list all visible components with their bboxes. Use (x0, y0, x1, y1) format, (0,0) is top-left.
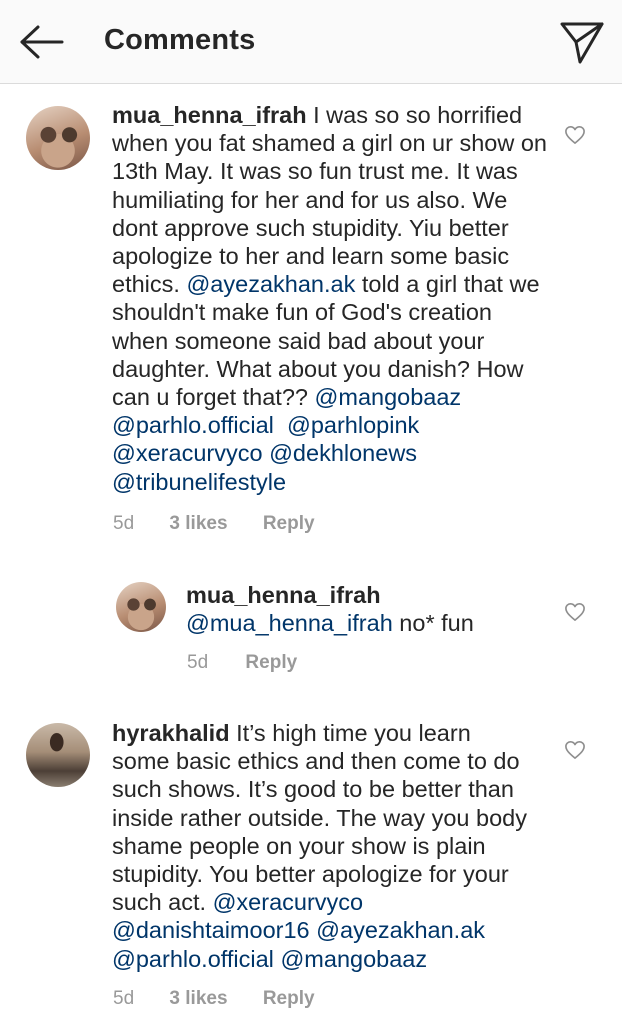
avatar[interactable] (116, 582, 166, 632)
comment-meta: 5d 3 likes Reply (113, 988, 315, 1010)
mention-link[interactable]: @parhlo.official (112, 412, 274, 438)
comments-header: Comments (0, 0, 622, 84)
comment-time: 5d (113, 988, 135, 1009)
mention-link[interactable]: @mangobaaz (315, 384, 462, 410)
comment-username[interactable]: hyrakhalid (112, 720, 230, 746)
mention-link[interactable]: @xeracurvyco (213, 889, 364, 915)
comment-meta: 5d 3 likes Reply (113, 513, 315, 535)
comment-text: hyrakhalid It’s high time you learn some… (112, 719, 532, 973)
mention-link[interactable]: @parhlopink (287, 412, 419, 438)
likes-count[interactable]: 3 likes (169, 513, 227, 535)
reply-item: mua_henna_ifrah @mua_henna_ifrah no* fun … (0, 570, 622, 690)
avatar[interactable] (26, 106, 90, 170)
comment-text: mua_henna_ifrah @mua_henna_ifrah no* fun (186, 581, 556, 637)
comment-text: mua_henna_ifrah I was so so horrified wh… (112, 101, 552, 496)
mention-link[interactable]: @ayezakhan.ak (316, 917, 485, 943)
arrow-left-icon (20, 25, 64, 59)
back-button[interactable] (14, 22, 68, 62)
share-button[interactable] (558, 18, 606, 66)
mention-link[interactable]: @parhlo.official (112, 946, 274, 972)
page-title: Comments (104, 24, 256, 56)
comment-time: 5d (187, 652, 209, 673)
heart-outline-icon[interactable] (564, 602, 586, 622)
mention-link[interactable]: @mua_henna_ifrah (186, 610, 393, 636)
comment-body: no* fun (392, 610, 474, 637)
heart-outline-icon[interactable] (564, 125, 586, 145)
comment-body: I was so so horrified when you fat shame… (112, 102, 548, 298)
comment-meta: 5d Reply (187, 652, 297, 674)
mention-link[interactable]: @dekhlonews (269, 440, 417, 466)
comment-body: It’s high time you learn some basic ethi… (112, 720, 527, 916)
avatar[interactable] (26, 723, 90, 787)
mention-link[interactable]: @mangobaaz (280, 946, 427, 972)
paper-plane-icon (560, 22, 604, 64)
comment-username[interactable]: mua_henna_ifrah (112, 102, 307, 128)
likes-count[interactable]: 3 likes (169, 988, 227, 1010)
reply-button[interactable]: Reply (263, 988, 315, 1010)
comment-item: hyrakhalid It’s high time you learn some… (0, 706, 622, 1024)
mention-link[interactable]: @ayezakhan.ak (186, 271, 355, 297)
mention-link[interactable]: @tribunelifestyle (112, 469, 286, 495)
mention-link[interactable]: @danishtaimoor16 (112, 917, 310, 943)
reply-button[interactable]: Reply (245, 652, 297, 674)
comment-time: 5d (113, 513, 135, 534)
heart-outline-icon[interactable] (564, 740, 586, 760)
comment-item: mua_henna_ifrah I was so so horrified wh… (0, 84, 622, 554)
reply-button[interactable]: Reply (263, 513, 315, 535)
comment-username[interactable]: mua_henna_ifrah (186, 582, 381, 608)
mention-link[interactable]: @xeracurvyco (112, 440, 263, 466)
